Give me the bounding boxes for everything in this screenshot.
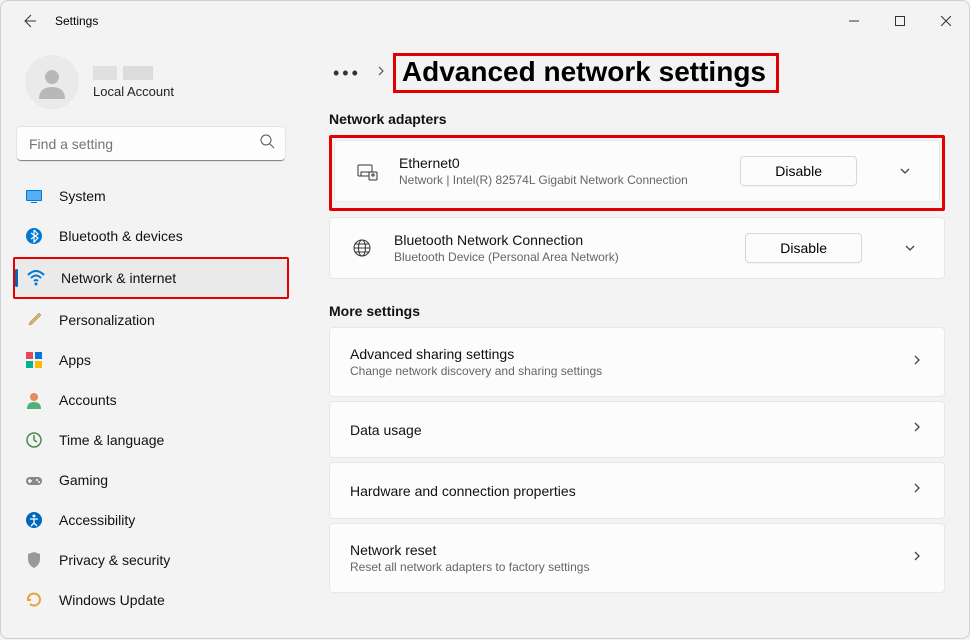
expand-button[interactable]	[891, 164, 919, 178]
sidebar-item-label: Apps	[59, 352, 91, 368]
person-icon	[25, 391, 43, 409]
sidebar-item-label: Bluetooth & devices	[59, 228, 183, 244]
section-heading-adapters: Network adapters	[329, 111, 945, 127]
profile-account-type: Local Account	[93, 84, 174, 99]
main-content: ••• Advanced network settings Network ad…	[301, 41, 969, 640]
breadcrumb: ••• Advanced network settings	[329, 53, 945, 93]
sidebar-item-apps[interactable]: Apps	[13, 341, 289, 379]
setting-title: Advanced sharing settings	[350, 346, 910, 362]
setting-subtitle: Reset all network adapters to factory se…	[350, 560, 910, 574]
disable-button[interactable]: Disable	[740, 156, 857, 186]
update-icon	[25, 591, 43, 609]
adapter-description: Bluetooth Device (Personal Area Network)	[394, 250, 725, 264]
section-heading-more: More settings	[329, 303, 945, 319]
sidebar-item-label: System	[59, 188, 106, 204]
accessibility-icon	[25, 511, 43, 529]
profile-name-redacted	[93, 66, 174, 80]
adapter-row-ethernet[interactable]: Ethernet0 Network | Intel(R) 82574L Giga…	[335, 141, 939, 201]
setting-hardware-properties[interactable]: Hardware and connection properties	[329, 462, 945, 519]
sidebar-item-bluetooth[interactable]: Bluetooth & devices	[13, 217, 289, 255]
sidebar-item-system[interactable]: System	[13, 177, 289, 215]
setting-network-reset[interactable]: Network reset Reset all network adapters…	[329, 523, 945, 593]
sidebar: Local Account System Bluetooth & devices	[1, 41, 301, 640]
highlight-annotation: Advanced network settings	[393, 53, 779, 93]
nav-list: System Bluetooth & devices Network & int…	[13, 177, 289, 619]
sidebar-item-label: Windows Update	[59, 592, 165, 608]
sidebar-item-label: Privacy & security	[59, 552, 170, 568]
page-title: Advanced network settings	[402, 56, 766, 87]
wifi-icon	[27, 269, 45, 287]
profile-block[interactable]: Local Account	[13, 41, 289, 127]
adapter-info: Bluetooth Network Connection Bluetooth D…	[394, 232, 725, 264]
sidebar-item-privacy[interactable]: Privacy & security	[13, 541, 289, 579]
ethernet-icon	[355, 159, 379, 183]
sidebar-item-label: Network & internet	[61, 270, 176, 286]
apps-icon	[25, 351, 43, 369]
breadcrumb-more-button[interactable]: •••	[329, 61, 365, 86]
sidebar-item-label: Accessibility	[59, 512, 135, 528]
bluetooth-icon	[25, 227, 43, 245]
adapter-name: Ethernet0	[399, 155, 720, 171]
chevron-right-icon	[910, 353, 924, 372]
sidebar-item-label: Gaming	[59, 472, 108, 488]
display-icon	[25, 187, 43, 205]
search-box	[17, 127, 285, 161]
setting-subtitle: Change network discovery and sharing set…	[350, 364, 910, 378]
sidebar-item-windows-update[interactable]: Windows Update	[13, 581, 289, 619]
adapter-description: Network | Intel(R) 82574L Gigabit Networ…	[399, 173, 720, 187]
sidebar-item-label: Accounts	[59, 392, 117, 408]
back-button[interactable]	[17, 9, 41, 33]
maximize-button[interactable]	[877, 1, 923, 41]
sidebar-item-personalization[interactable]: Personalization	[13, 301, 289, 339]
setting-advanced-sharing[interactable]: Advanced sharing settings Change network…	[329, 327, 945, 397]
highlight-annotation: Network & internet	[13, 257, 289, 299]
sidebar-item-label: Personalization	[59, 312, 155, 328]
gamepad-icon	[25, 471, 43, 489]
chevron-right-icon	[910, 549, 924, 568]
sidebar-item-accounts[interactable]: Accounts	[13, 381, 289, 419]
profile-info: Local Account	[93, 66, 174, 99]
globe-icon	[350, 236, 374, 260]
adapter-row-bluetooth[interactable]: Bluetooth Network Connection Bluetooth D…	[330, 218, 944, 278]
shield-icon	[25, 551, 43, 569]
window-controls	[831, 1, 969, 41]
setting-title: Hardware and connection properties	[350, 483, 910, 499]
window-title: Settings	[55, 14, 98, 28]
setting-title: Data usage	[350, 422, 910, 438]
titlebar: Settings	[1, 1, 969, 41]
setting-title: Network reset	[350, 542, 910, 558]
sidebar-item-network[interactable]: Network & internet	[15, 259, 287, 297]
search-input[interactable]	[17, 127, 285, 161]
sidebar-item-accessibility[interactable]: Accessibility	[13, 501, 289, 539]
chevron-right-icon	[375, 64, 387, 82]
setting-data-usage[interactable]: Data usage	[329, 401, 945, 458]
close-button[interactable]	[923, 1, 969, 41]
paintbrush-icon	[25, 311, 43, 329]
avatar	[25, 55, 79, 109]
sidebar-item-time-language[interactable]: Time & language	[13, 421, 289, 459]
chevron-right-icon	[910, 420, 924, 439]
highlight-annotation: Ethernet0 Network | Intel(R) 82574L Giga…	[329, 135, 945, 211]
sidebar-item-label: Time & language	[59, 432, 164, 448]
minimize-button[interactable]	[831, 1, 877, 41]
clock-globe-icon	[25, 431, 43, 449]
sidebar-item-gaming[interactable]: Gaming	[13, 461, 289, 499]
adapter-info: Ethernet0 Network | Intel(R) 82574L Giga…	[399, 155, 720, 187]
search-icon	[260, 134, 275, 154]
adapter-name: Bluetooth Network Connection	[394, 232, 725, 248]
expand-button[interactable]	[896, 241, 924, 255]
disable-button[interactable]: Disable	[745, 233, 862, 263]
chevron-right-icon	[910, 481, 924, 500]
